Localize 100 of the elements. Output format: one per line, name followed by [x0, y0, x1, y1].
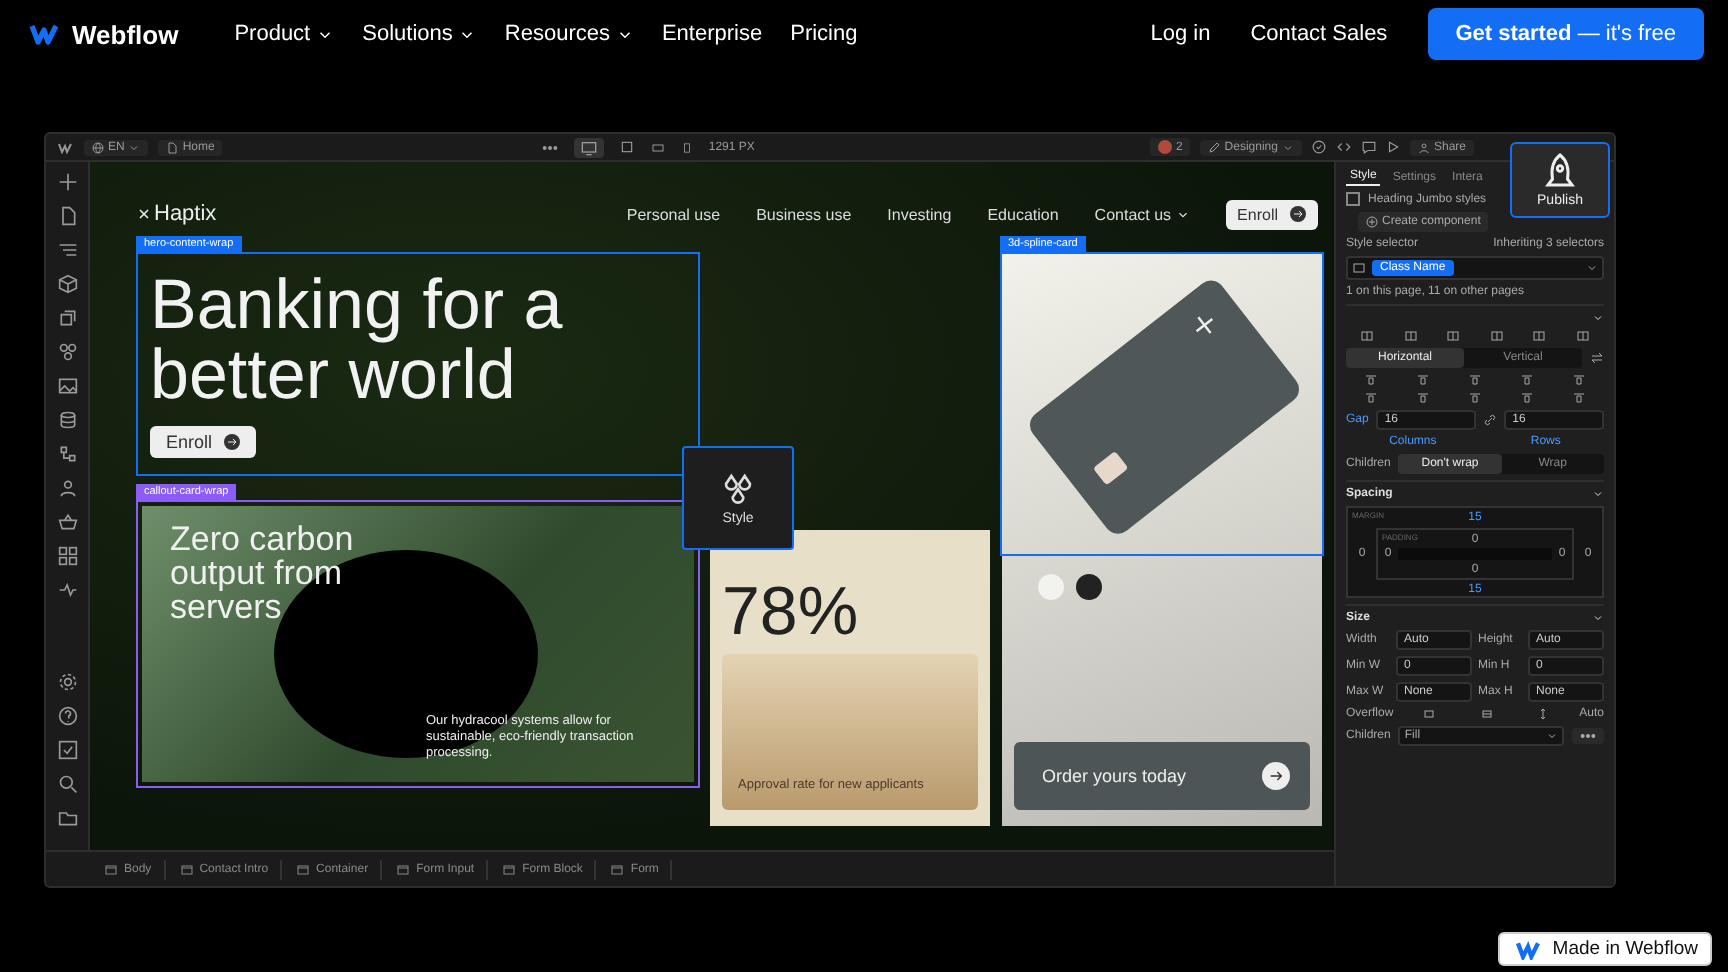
logo-icon — [1512, 939, 1545, 959]
color-swatch[interactable] — [1076, 574, 1102, 600]
swap-icon[interactable] — [1590, 352, 1604, 364]
align-icon[interactable] — [1571, 392, 1586, 404]
stat-value: 78% — [722, 578, 861, 646]
caret-icon — [1281, 141, 1294, 153]
database-icon[interactable] — [57, 410, 77, 430]
display-icon[interactable] — [1446, 330, 1461, 342]
nav-menu-item[interactable]: Pricing — [790, 22, 858, 46]
more-button[interactable] — [1572, 728, 1604, 744]
checkbox-icon[interactable] — [57, 740, 77, 760]
get-started-button[interactable]: Get started — it's free — [1427, 8, 1704, 60]
play-icon[interactable] — [1385, 140, 1400, 154]
align-icon[interactable] — [1364, 374, 1379, 386]
display-icon[interactable] — [1489, 330, 1504, 342]
more-icon — [1580, 732, 1596, 740]
align-icon[interactable] — [1519, 392, 1534, 404]
basket-icon[interactable] — [57, 512, 77, 532]
check-circle-icon[interactable] — [1311, 140, 1326, 154]
desktop-icon[interactable] — [574, 137, 605, 157]
person-icon — [1417, 141, 1430, 153]
login-link[interactable]: Log in — [1150, 22, 1211, 46]
display-icon[interactable] — [1532, 330, 1547, 342]
phone-icon[interactable] — [682, 139, 693, 155]
pencil-icon — [1208, 141, 1221, 153]
haptix-logo-icon[interactable] — [138, 208, 150, 220]
search-icon[interactable] — [57, 774, 77, 794]
enroll-button[interactable]: Enroll — [1225, 199, 1318, 229]
settings-icon[interactable] — [57, 672, 77, 692]
site-nav-link[interactable]: Education — [987, 205, 1059, 223]
grid-icon[interactable] — [57, 546, 77, 566]
caret-icon — [1592, 612, 1604, 624]
code-icon[interactable] — [1335, 140, 1352, 154]
align-icon[interactable] — [1467, 374, 1482, 386]
user-icon[interactable] — [57, 478, 77, 498]
align-icon[interactable] — [1416, 374, 1431, 386]
rocket-icon — [1542, 152, 1578, 188]
align-icon[interactable] — [1467, 392, 1482, 404]
nav-menu-item[interactable]: Product — [234, 22, 335, 46]
arrow-icon — [1268, 768, 1284, 784]
caret-icon — [128, 141, 141, 153]
site-nav-link[interactable]: Investing — [887, 205, 952, 223]
display-icon[interactable] — [1360, 330, 1375, 342]
navigator-icon[interactable] — [57, 240, 77, 260]
box-icon — [179, 863, 194, 875]
align-icon[interactable] — [1571, 374, 1586, 386]
arrow-icon — [226, 436, 239, 448]
help-icon[interactable] — [57, 706, 77, 726]
contact-sales-link[interactable]: Contact Sales — [1250, 22, 1388, 46]
made-in-webflow-badge[interactable]: Made in Webflow — [1498, 932, 1712, 966]
tablet-icon[interactable] — [650, 141, 667, 153]
caret-icon — [1592, 312, 1604, 324]
box-icon — [296, 863, 311, 875]
caret-icon — [1586, 262, 1598, 274]
box-icon — [104, 863, 118, 875]
folder-icon[interactable] — [57, 808, 77, 828]
site-nav-link[interactable]: Contact us — [1094, 205, 1190, 223]
overflow-hidden-icon[interactable] — [1479, 708, 1494, 720]
more-icon[interactable] — [542, 143, 559, 151]
display-icon[interactable] — [1403, 330, 1418, 342]
caret-icon — [1546, 730, 1558, 742]
overflow-visible-icon[interactable] — [1422, 708, 1437, 720]
overflow-scroll-icon[interactable] — [1535, 708, 1550, 720]
align-icon[interactable] — [1519, 374, 1534, 386]
enroll-button[interactable]: Enroll — [150, 426, 257, 458]
drops-icon — [722, 471, 754, 503]
checkbox[interactable] — [1346, 192, 1360, 206]
comment-icon[interactable] — [1361, 140, 1376, 154]
plus-circle-icon — [1366, 216, 1378, 228]
globe-icon — [92, 141, 104, 153]
page-icon — [166, 141, 179, 153]
add-icon[interactable] — [57, 172, 77, 192]
pulse-icon[interactable] — [57, 580, 77, 600]
align-icon[interactable] — [1416, 392, 1431, 404]
logo-icon[interactable] — [24, 22, 64, 46]
link-icon[interactable] — [1484, 414, 1497, 426]
site-nav-link[interactable]: Business use — [756, 205, 852, 223]
nav-menu-item[interactable]: Enterprise — [661, 22, 763, 46]
display-icon[interactable] — [1575, 330, 1590, 342]
layers-icon[interactable] — [57, 308, 77, 328]
nav-menu-item[interactable]: Resources — [504, 22, 634, 46]
cube-icon[interactable] — [57, 274, 77, 294]
order-button[interactable]: Order yours today — [1014, 742, 1310, 810]
box-icon — [396, 863, 411, 875]
nav-menu-item[interactable]: Solutions — [362, 22, 477, 46]
color-swatch[interactable] — [1038, 574, 1064, 600]
avatar — [1157, 140, 1172, 154]
align-icon[interactable] — [1364, 392, 1379, 404]
image-icon[interactable] — [57, 376, 77, 396]
box-icon — [610, 863, 625, 875]
page-icon[interactable] — [57, 206, 77, 226]
logo-icon[interactable] — [56, 141, 74, 153]
box-icon — [502, 863, 517, 875]
site-nav-link[interactable]: Personal use — [626, 205, 721, 223]
hero-heading: Banking for a better world — [150, 270, 565, 410]
logo-text[interactable]: Webflow — [72, 19, 179, 49]
flow-icon[interactable] — [57, 444, 77, 464]
caret-icon — [1175, 207, 1190, 221]
circles-icon[interactable] — [57, 342, 77, 362]
site-logo[interactable]: Haptix — [154, 202, 217, 226]
